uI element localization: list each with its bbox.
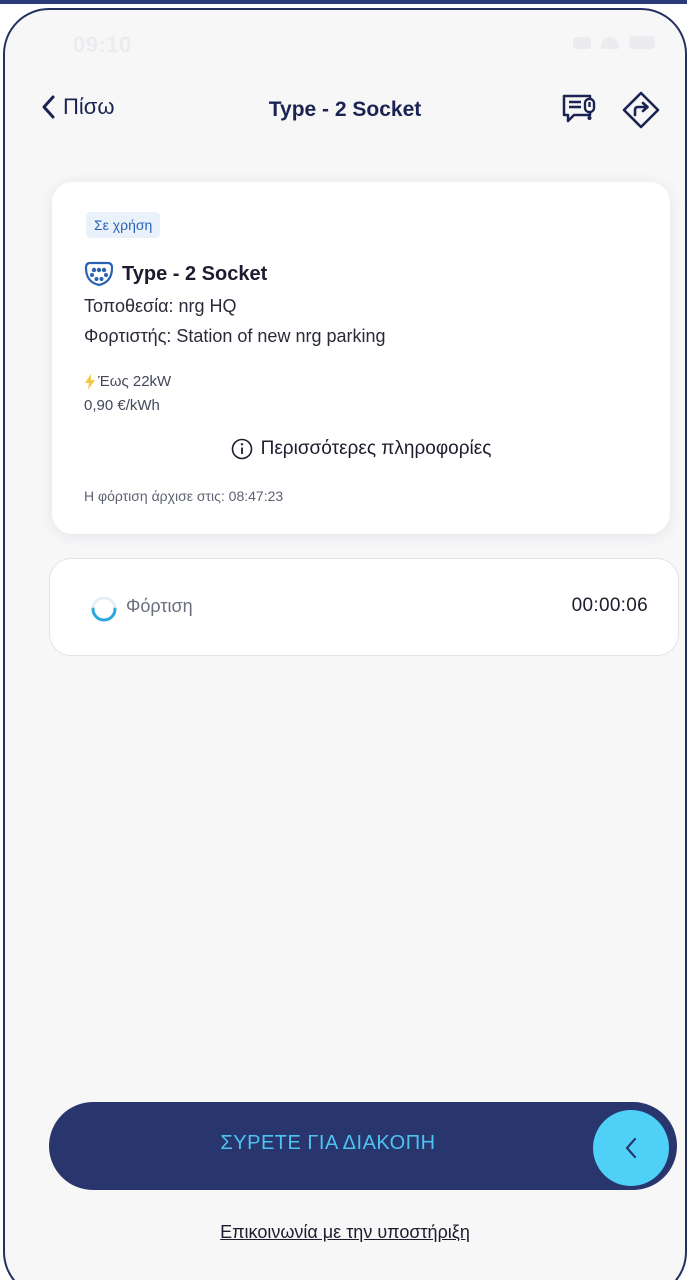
support-link[interactable]: Επικοινωνία με την υποστήριξη (5, 1222, 685, 1243)
status-icons (573, 36, 655, 49)
chevron-left-icon (625, 1137, 637, 1159)
power-text: Έως 22kW (98, 373, 172, 390)
type2-socket-icon (84, 261, 114, 287)
directions-icon (622, 91, 660, 129)
slider-handle[interactable] (593, 1110, 669, 1186)
nav-bar: Πίσω Type - 2 Socket (5, 80, 685, 142)
info-icon (231, 438, 252, 460)
charging-started-text: Η φόρτιση άρχισε στις: 08:47:23 (84, 488, 284, 504)
socket-title: Type - 2 Socket (122, 262, 268, 285)
power-row: Έως 22kW (84, 373, 171, 390)
slide-to-stop[interactable]: ΣΥΡΕΤΕ ΓΙΑ ΔΙΑΚΟΠΗ (49, 1102, 677, 1190)
more-info-label: Περισσότερες πληροφορίες (260, 438, 492, 459)
nav-actions (557, 88, 663, 132)
report-issue-button[interactable] (557, 88, 601, 132)
message-alert-icon (562, 94, 596, 123)
slide-to-stop-label: ΣΥΡΕΤΕ ΓΙΑ ΔΙΑΚΟΠΗ (220, 1132, 436, 1154)
charging-status-card: Φόρτιση 00:00:06 (49, 558, 679, 656)
directions-button[interactable] (619, 88, 663, 132)
socket-info-card: Σε χρήση Type - 2 Socket Τοποθεσία: nrg … (52, 182, 670, 534)
price-text: 0,90 €/kWh (84, 397, 160, 414)
top-rule (0, 0, 687, 4)
status-bar: 09:10 (5, 10, 685, 80)
status-badge: Σε χρήση (86, 212, 161, 238)
charging-label: Φόρτιση (126, 596, 193, 616)
signal-icon (573, 36, 591, 49)
socket-header: Type - 2 Socket (84, 260, 267, 288)
lightning-icon (85, 373, 95, 390)
phone-frame: 09:10 Πίσω Type - 2 Socket Σε χρήση Type… (3, 8, 687, 1280)
wifi-icon (601, 36, 619, 49)
screen: 09:10 Πίσω Type - 2 Socket Σε χρήση Type… (0, 0, 687, 1280)
status-time: 09:10 (73, 32, 132, 57)
battery-icon (629, 36, 655, 49)
location-text: Τοποθεσία: nrg HQ (84, 296, 237, 316)
charging-timer: 00:00:06 (571, 595, 648, 616)
more-info-link[interactable]: Περισσότερες πληροφορίες (52, 438, 670, 460)
charger-text: Φορτιστής: Station of new nrg parking (84, 326, 386, 346)
spinner-icon (91, 596, 117, 622)
